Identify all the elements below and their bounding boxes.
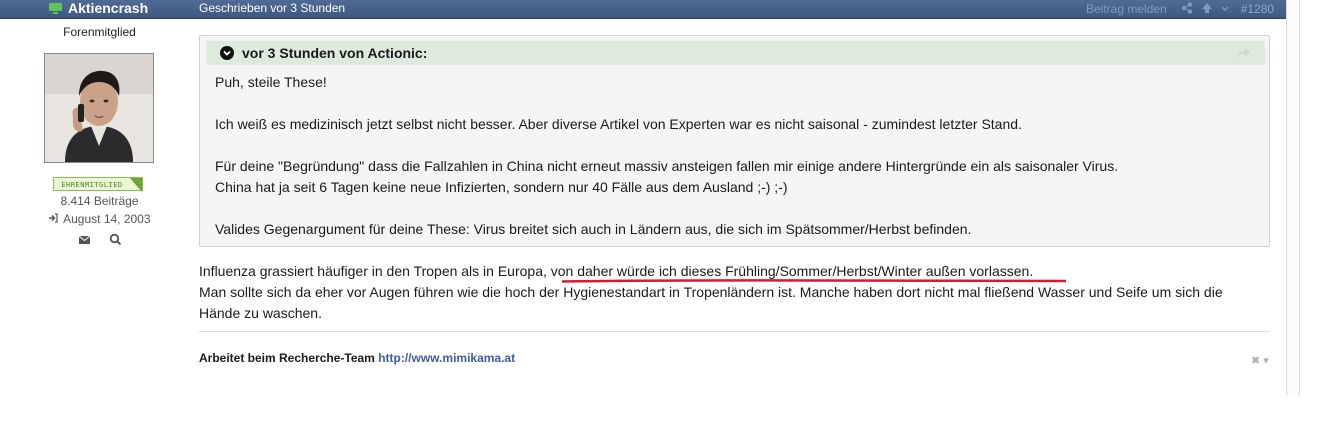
jump-to-quote-icon[interactable] [1235, 46, 1251, 60]
quote-block: vor 3 Stunden von Actionic: Puh, steile … [199, 35, 1270, 247]
quote-text-line: China hat ja seit 6 Tagen keine neue Inf… [215, 179, 788, 195]
post-header-bar: Aktiencrash Geschrieben vor 3 Stunden Be… [0, 0, 1286, 19]
signature-separator [199, 331, 1270, 332]
post-tools: Beitrag melden #1280 [1086, 0, 1274, 18]
search-icon[interactable] [109, 233, 122, 246]
red-underline-annotation [562, 279, 1066, 283]
chevron-down-icon[interactable]: ▾ [1263, 355, 1269, 367]
share-icon[interactable] [1181, 2, 1193, 17]
collapse-chevron-icon[interactable] [220, 46, 234, 60]
upvote-icon[interactable] [1201, 2, 1213, 17]
quote-text-line: Puh, steile These! [215, 74, 327, 90]
author-name-label: Aktiencrash [68, 0, 149, 16]
post-text-line: Man sollte sich da eher vor Augen führen… [199, 284, 1223, 300]
envelope-icon[interactable] [78, 233, 91, 246]
user-actions [78, 233, 122, 246]
signature-options[interactable]: ✖ ▾ [1251, 354, 1269, 367]
quote-text-line: Ich weiß es medizinisch jetzt selbst nic… [215, 116, 1022, 132]
report-post-link[interactable]: Beitrag melden [1086, 2, 1167, 16]
avatar[interactable] [44, 53, 154, 163]
rank-badge-label: EHRENMITGLIED [61, 181, 123, 189]
user-title: Forenmitglied [63, 25, 136, 39]
join-date: August 14, 2003 [63, 212, 151, 226]
chevron-down-icon[interactable] [1221, 2, 1229, 17]
author-name[interactable]: Aktiencrash [48, 0, 148, 18]
quote-author: vor 3 Stunden von Actionic: [242, 45, 428, 61]
join-date-row: August 14, 2003 [0, 212, 199, 226]
post-number[interactable]: #1280 [1241, 2, 1274, 16]
post-text-line: Influenza grassiert häufiger in den Trop… [199, 263, 1034, 279]
rank-badge: EHRENMITGLIED [53, 177, 143, 192]
signature-link[interactable]: http://www.mimikama.at [378, 351, 515, 365]
post-count: 8.414 Beiträge [60, 194, 139, 208]
signature-text: Arbeitet beim Recherche-Team [199, 351, 375, 365]
rank-badge-corner [130, 178, 142, 192]
post-text-line: Hände zu waschen. [199, 305, 322, 321]
close-icon[interactable]: ✖ [1251, 355, 1260, 367]
quote-header[interactable]: vor 3 Stunden von Actionic: [206, 41, 1265, 65]
online-status-icon [48, 2, 63, 14]
signature: Arbeitet beim Recherche-Team http://www.… [199, 351, 515, 365]
sign-in-icon [48, 213, 59, 226]
post-date[interactable]: Geschrieben vor 3 Stunden [199, 1, 345, 15]
quote-text-line: Valides Gegenargument für deine These: V… [215, 221, 972, 237]
page-right-border [1286, 0, 1300, 395]
quote-text-line: Für deine "Begründung" dass die Fallzahl… [215, 158, 1119, 174]
